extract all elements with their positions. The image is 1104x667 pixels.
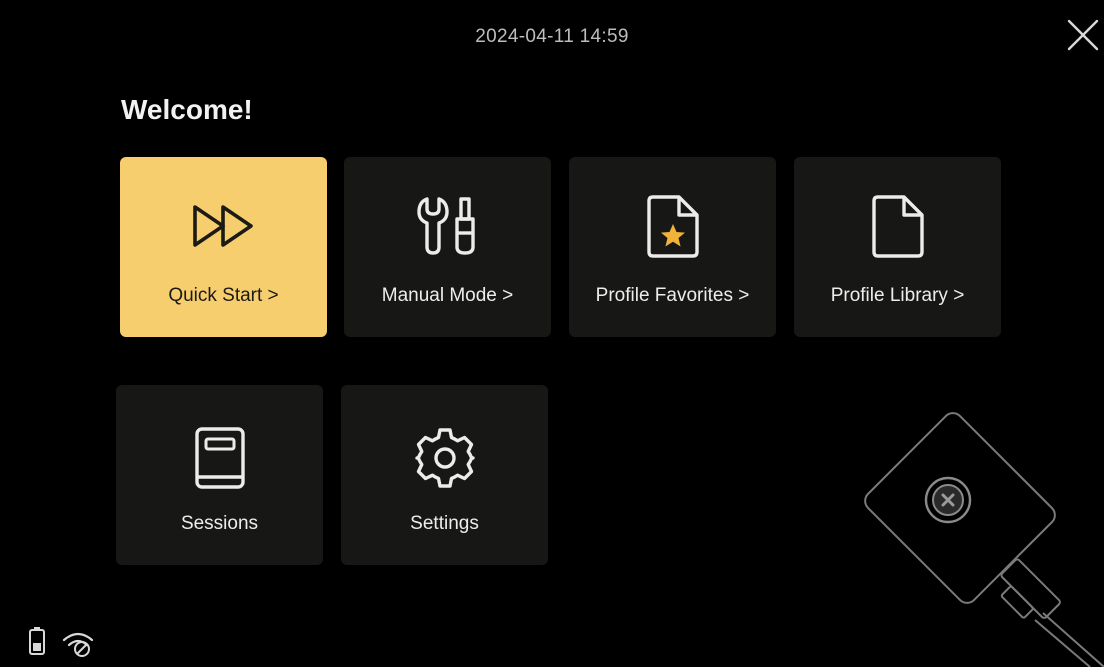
quick-start-tile[interactable]: Quick Start > [120, 157, 327, 337]
profile-favorites-tile[interactable]: Profile Favorites > [569, 157, 776, 337]
welcome-heading: Welcome! [121, 94, 253, 125]
manual-mode-tile[interactable]: Manual Mode > [344, 157, 551, 337]
profile-favorites-label: Profile Favorites > [595, 285, 750, 306]
tools-icon [344, 195, 551, 257]
close-icon [1067, 19, 1099, 51]
close-button[interactable] [1066, 18, 1100, 52]
profile-library-tile[interactable]: Profile Library > [794, 157, 1001, 337]
settings-label: Settings [410, 513, 479, 534]
gear-icon [341, 427, 548, 489]
card-illustration [864, 412, 1104, 667]
wifi-off-icon [62, 632, 94, 657]
quick-start-label: Quick Start > [168, 285, 279, 306]
book-icon [116, 427, 323, 489]
battery-icon [29, 627, 45, 655]
profile-library-label: Profile Library > [830, 285, 965, 306]
settings-tile[interactable]: Settings [341, 385, 548, 565]
manual-mode-label: Manual Mode > [381, 285, 514, 306]
datetime-display: 2024-04-11 14:59 [475, 26, 629, 47]
fast-forward-icon [120, 195, 327, 257]
file-star-icon [569, 195, 776, 258]
sessions-tile[interactable]: Sessions [116, 385, 323, 565]
file-icon [794, 195, 1001, 258]
sessions-label: Sessions [180, 513, 259, 534]
